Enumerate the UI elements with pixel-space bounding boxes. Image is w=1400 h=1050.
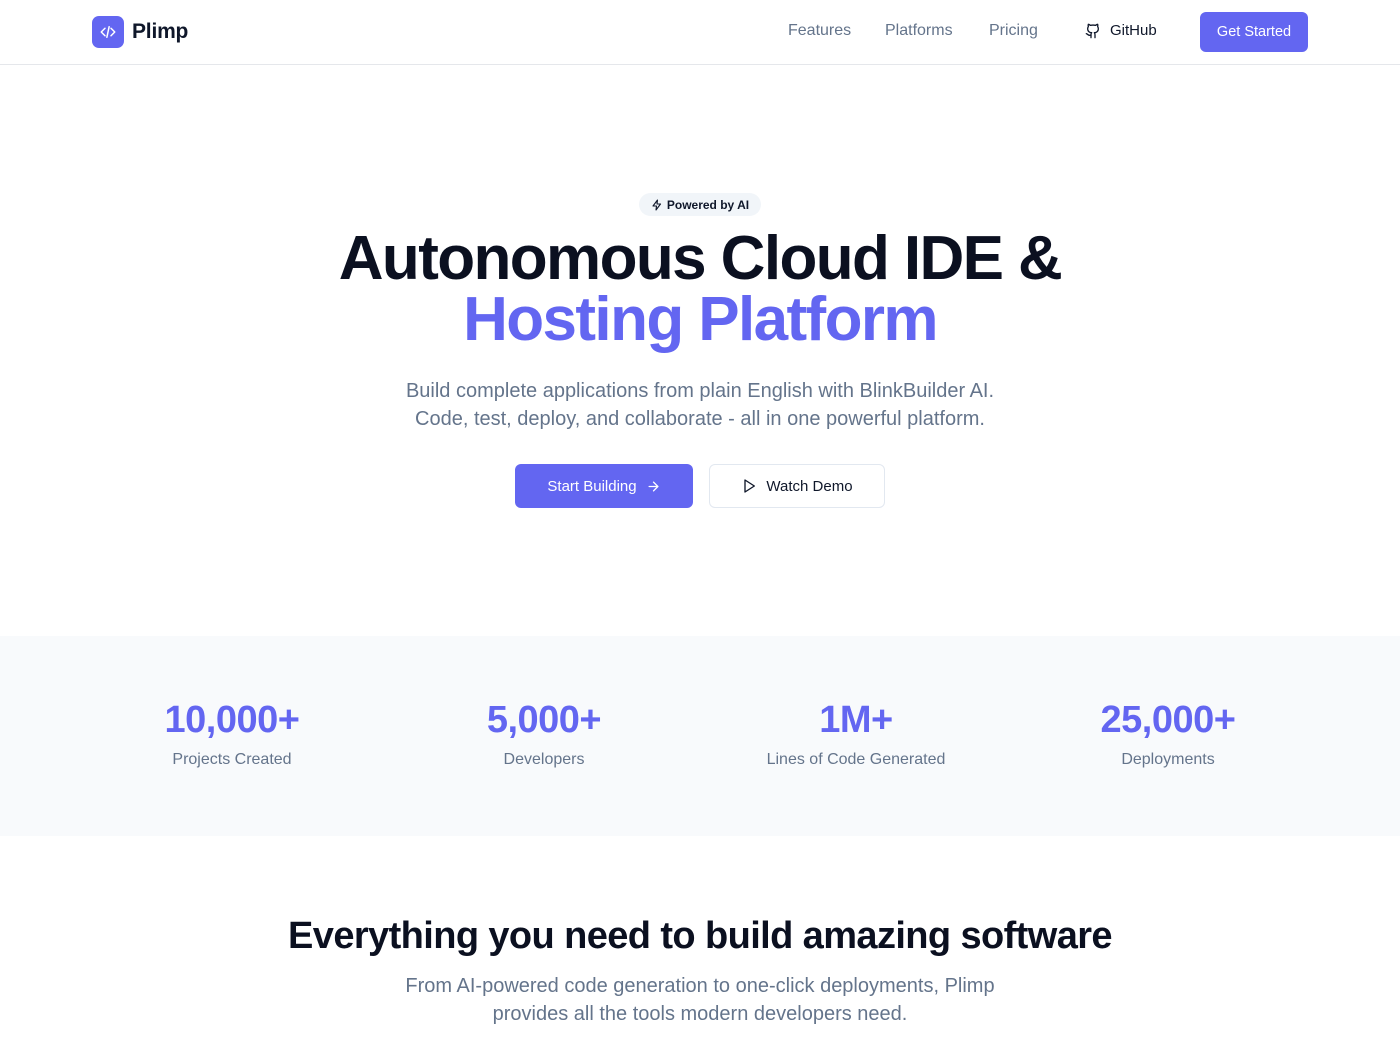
stat-value: 1M+ [819, 699, 893, 741]
hero-title-accent: Hosting Platform [463, 285, 938, 354]
top-navbar: Plimp Features Platforms Pricing GitHub … [0, 0, 1400, 65]
nav-link-features[interactable]: Features [788, 22, 851, 40]
stat-lines-of-code: 1M+ Lines of Code Generated [700, 698, 1012, 770]
lightning-icon [652, 198, 661, 211]
get-started-button[interactable]: Get Started [1200, 12, 1308, 52]
powered-by-ai-badge: Powered by AI [639, 193, 761, 216]
start-building-button[interactable]: Start Building [515, 464, 693, 508]
hero-title-line1: Autonomous Cloud IDE & [338, 224, 1063, 293]
stats-section: 10,000+ Projects Created 5,000+ Develope… [0, 636, 1400, 836]
stat-label: Deployments [1121, 751, 1215, 768]
play-icon [744, 479, 756, 493]
stat-value: 5,000+ [486, 699, 602, 741]
hero-title: Autonomous Cloud IDE & Hosting Platform [0, 224, 1400, 354]
stat-label: Developers [503, 751, 585, 768]
nav-link-pricing[interactable]: Pricing [989, 22, 1038, 40]
watch-demo-button[interactable]: Watch Demo [709, 464, 885, 508]
stat-deployments: 25,000+ Deployments [1012, 698, 1324, 770]
stat-label: Lines of Code Generated [766, 751, 946, 768]
start-building-label: Start Building [547, 477, 637, 495]
github-label: GitHub [1110, 22, 1157, 39]
features-subtitle-line2: provides all the tools modern developers… [492, 1003, 908, 1025]
hero-subtitle-line2: Code, test, deploy, and collaborate - al… [415, 408, 985, 430]
github-icon [1085, 23, 1100, 38]
badge-label: Powered by AI [666, 197, 750, 212]
brand-name: Plimp [132, 20, 189, 43]
features-subtitle-line1: From AI-powered code generation to one-c… [405, 975, 995, 997]
stat-projects-created: 10,000+ Projects Created [76, 698, 388, 770]
stat-label: Projects Created [172, 751, 292, 768]
stat-value: 10,000+ [164, 699, 300, 741]
features-title: Everything you need to build amazing sof… [288, 915, 1113, 957]
arrow-right-icon [648, 481, 659, 491]
features-subtitle: From AI-powered code generation to one-c… [0, 972, 1400, 1028]
stat-developers: 5,000+ Developers [388, 698, 700, 770]
nav-link-platforms[interactable]: Platforms [885, 22, 953, 40]
hero-subtitle: Build complete applications from plain E… [0, 377, 1400, 433]
watch-demo-label: Watch Demo [766, 477, 853, 495]
hero-subtitle-line1: Build complete applications from plain E… [405, 380, 995, 402]
github-link[interactable]: GitHub [1085, 22, 1157, 39]
brand-link[interactable]: Plimp [92, 16, 188, 48]
code-icon [92, 16, 124, 48]
stat-value: 25,000+ [1100, 699, 1236, 741]
